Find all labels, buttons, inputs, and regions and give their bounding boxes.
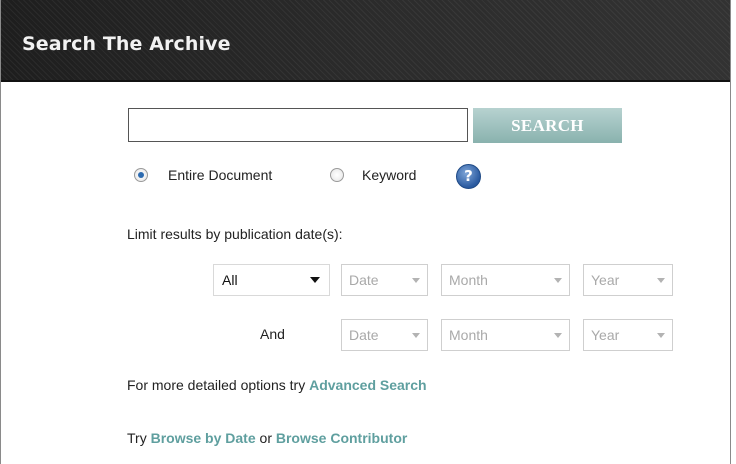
- browse-by-date-link[interactable]: Browse by Date: [151, 430, 256, 446]
- start-year-value: Year: [591, 272, 620, 288]
- chevron-down-icon: [657, 333, 665, 338]
- end-month-value: Month: [449, 327, 488, 343]
- end-date-value: Date: [349, 327, 379, 343]
- search-archive-panel: Search The Archive SEARCH Entire Documen…: [0, 0, 731, 464]
- panel-title: Search The Archive: [22, 33, 231, 55]
- and-label: And: [260, 326, 285, 342]
- question-circle-icon[interactable]: ?: [456, 164, 481, 189]
- advanced-search-prefix: For more detailed options try: [127, 377, 310, 393]
- search-input[interactable]: [128, 108, 468, 142]
- keyword-label[interactable]: Keyword: [362, 167, 416, 183]
- start-year-select[interactable]: Year: [583, 264, 673, 296]
- keyword-radio[interactable]: [330, 168, 344, 182]
- chevron-down-icon: [412, 278, 420, 283]
- advanced-search-link[interactable]: Advanced Search: [309, 377, 427, 393]
- entire-document-radio[interactable]: [134, 168, 148, 182]
- date-mode-value: All: [222, 272, 238, 288]
- end-year-value: Year: [591, 327, 620, 343]
- start-date-value: Date: [349, 272, 379, 288]
- browse-contributor-link[interactable]: Browse Contributor: [276, 430, 407, 446]
- chevron-down-icon: [657, 278, 665, 283]
- start-month-select[interactable]: Month: [441, 264, 570, 296]
- start-month-value: Month: [449, 272, 488, 288]
- browse-prefix: Try: [127, 430, 151, 446]
- end-year-select[interactable]: Year: [583, 319, 673, 351]
- chevron-down-icon: [554, 333, 562, 338]
- chevron-down-icon: [412, 333, 420, 338]
- date-mode-select[interactable]: All: [213, 264, 330, 296]
- start-date-select[interactable]: Date: [341, 264, 428, 296]
- limit-results-label: Limit results by publication date(s):: [127, 226, 343, 242]
- browse-line: Try Browse by Date or Browse Contributor: [127, 430, 407, 446]
- end-date-select[interactable]: Date: [341, 319, 428, 351]
- chevron-down-icon: [310, 277, 320, 283]
- advanced-search-line: For more detailed options try Advanced S…: [127, 377, 427, 393]
- end-month-select[interactable]: Month: [441, 319, 570, 351]
- panel-header: Search The Archive: [1, 0, 730, 82]
- browse-or-text: or: [255, 430, 276, 446]
- chevron-down-icon: [554, 278, 562, 283]
- search-button[interactable]: SEARCH: [473, 108, 622, 143]
- entire-document-label[interactable]: Entire Document: [168, 167, 272, 183]
